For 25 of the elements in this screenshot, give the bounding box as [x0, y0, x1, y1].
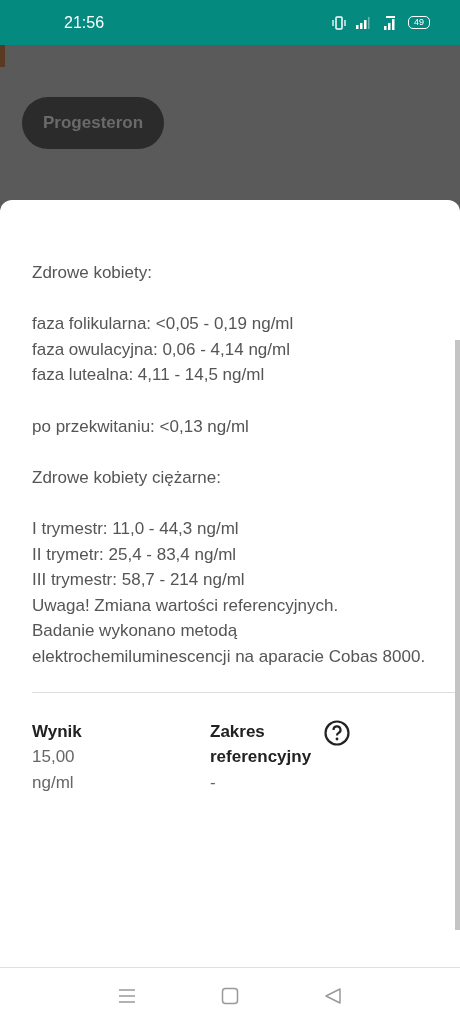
home-icon[interactable]: [221, 987, 239, 1005]
description-text: faza owulacyjna: 0,06 - 4,14 ng/ml: [32, 338, 291, 361]
status-time: 21:56: [64, 13, 106, 32]
result-value: 15,00 ng/ml: [32, 746, 76, 794]
description-text: Zdrowe kobiety ciężarne:: [32, 466, 222, 489]
description-text: I trymestr: 11,0 - 44,3 ng/ml: [32, 517, 240, 540]
range-label: Zakres referencyjny: [210, 720, 313, 769]
description-text: Uwaga! Zmiana wartości referencyjnych.: [32, 594, 340, 617]
description-text: faza folikularna: <0,05 - 0,19 ng/ml: [32, 313, 295, 336]
signal-icon: [356, 16, 370, 29]
description-text: Badanie wykonano metodą elektrochemiluminescencji na aparacie Cobas 8000.: [32, 620, 427, 668]
background-marker: [0, 45, 5, 67]
description-text: faza lutealna: 4,11 - 14,5 ng/ml: [32, 364, 266, 387]
range-value: -: [210, 771, 217, 794]
description-text: Zdrowe kobiety:: [32, 262, 153, 284]
back-icon[interactable]: [324, 987, 342, 1005]
description-text: III trymestr: 58,7 - 214 ng/ml: [32, 569, 246, 592]
description-text: po przekwitaniu: <0,13 ng/ml: [32, 415, 250, 438]
vibrate-icon: [332, 15, 346, 30]
menu-icon[interactable]: [118, 988, 136, 1004]
help-icon[interactable]: [324, 719, 350, 746]
description-text: II trymetr: 25,4 - 83,4 ng/ml: [32, 543, 238, 566]
battery-indicator: 49: [408, 16, 430, 29]
test-chip[interactable]: Progesteron: [22, 97, 165, 149]
result-label: Wynik: [32, 720, 83, 743]
